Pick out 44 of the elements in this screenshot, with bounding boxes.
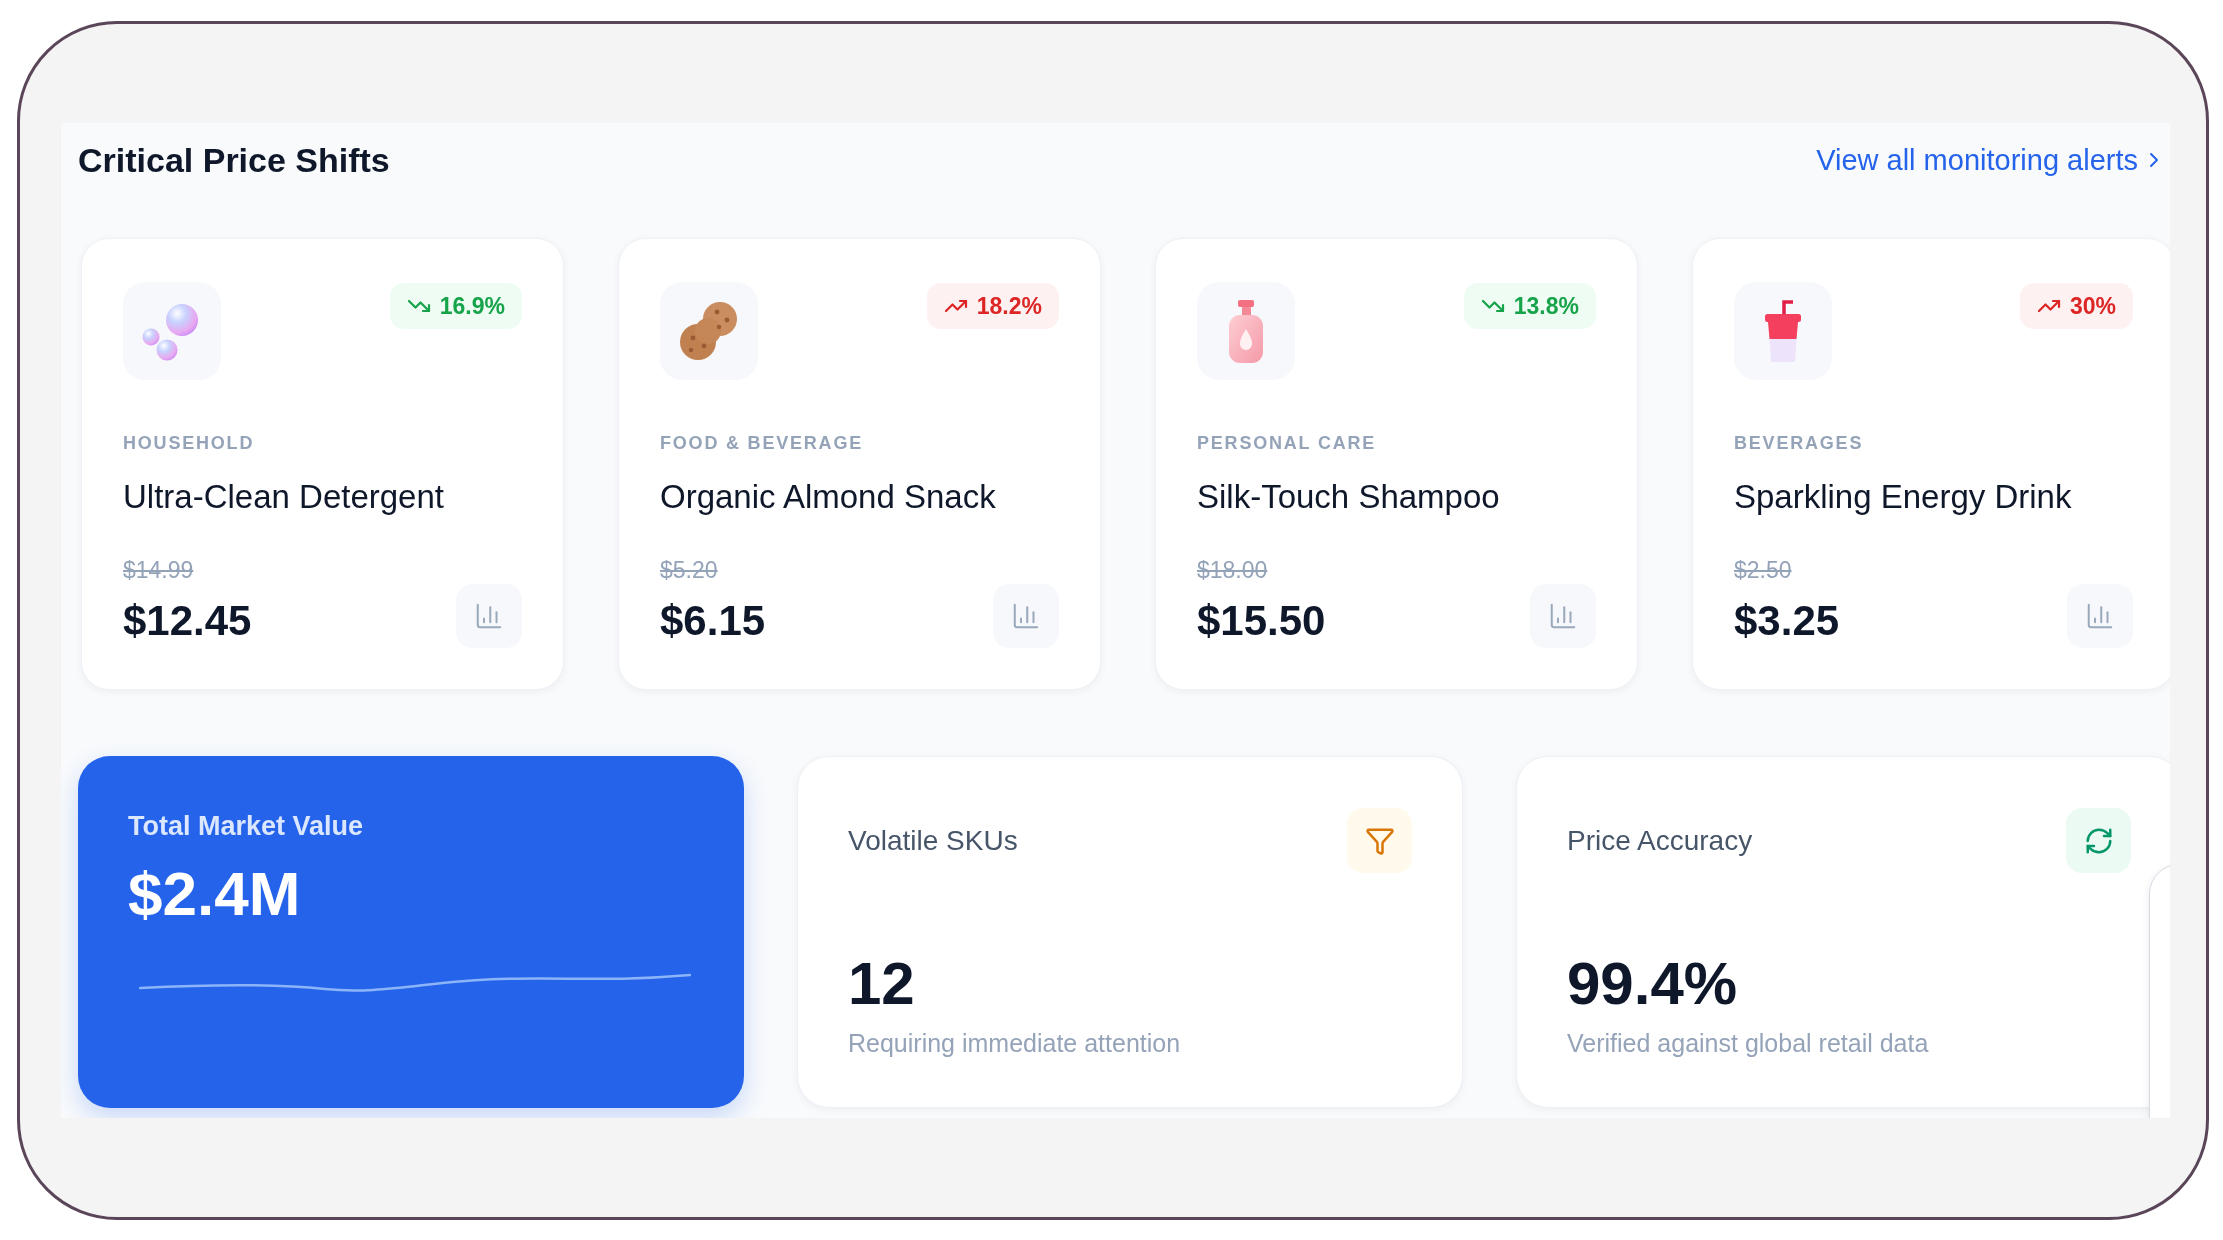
old-price: $2.50 [1734,556,1792,584]
chart-button[interactable] [993,584,1059,648]
product-category: FOOD & BEVERAGE [660,432,865,455]
product-category: HOUSEHOLD [123,432,256,455]
old-price: $14.99 [123,556,194,584]
current-price: $15.50 [1197,597,1326,645]
product-name: Ultra-Clean Detergent [123,477,445,517]
bar-chart-icon [474,601,504,631]
refresh-icon [2066,808,2131,873]
product-name: Organic Almond Snack [660,477,997,517]
chart-button[interactable] [456,584,522,648]
chart-button[interactable] [1530,584,1596,648]
lotion-bottle-icon [1197,282,1295,380]
section-title: Critical Price Shifts [78,140,390,181]
stat-value: $2.4M [128,859,301,929]
current-price: $3.25 [1734,597,1840,645]
product-category: PERSONAL CARE [1197,432,1378,455]
current-price: $12.45 [123,597,252,645]
bar-chart-icon [2085,601,2115,631]
bubbles-icon [123,282,221,380]
change-percent: 18.2% [976,292,1042,320]
change-percent: 16.9% [439,292,505,320]
change-percent: 30% [2069,292,2116,320]
product-name: Sparkling Energy Drink [1734,477,2073,517]
stat-value: 12 [848,952,915,1016]
view-alerts-link[interactable]: View all monitoring alerts [1816,142,2166,178]
stat-label: Volatile SKUs [848,823,1018,858]
product-category: BEVERAGES [1734,432,1865,455]
stat-label: Price Accuracy [1567,823,1753,858]
stat-note: Requiring immediate attention [848,1028,1181,1059]
chart-button[interactable] [2067,584,2133,648]
old-price: $18.00 [1197,556,1268,584]
bar-chart-icon [1548,601,1578,631]
filter-icon [1347,808,1412,873]
stat-value: 99.4% [1567,952,1738,1016]
product-name: Silk-Touch Shampoo [1197,477,1501,517]
old-price: $5.20 [660,556,718,584]
peanut-icon [660,282,758,380]
bar-chart-icon [1011,601,1041,631]
stat-label: Total Market Value [128,810,364,843]
cup-with-straw-icon [1734,282,1832,380]
stat-note: Verified against global retail data [1567,1028,1929,1059]
current-price: $6.15 [660,597,766,645]
change-percent: 13.8% [1513,292,1579,320]
